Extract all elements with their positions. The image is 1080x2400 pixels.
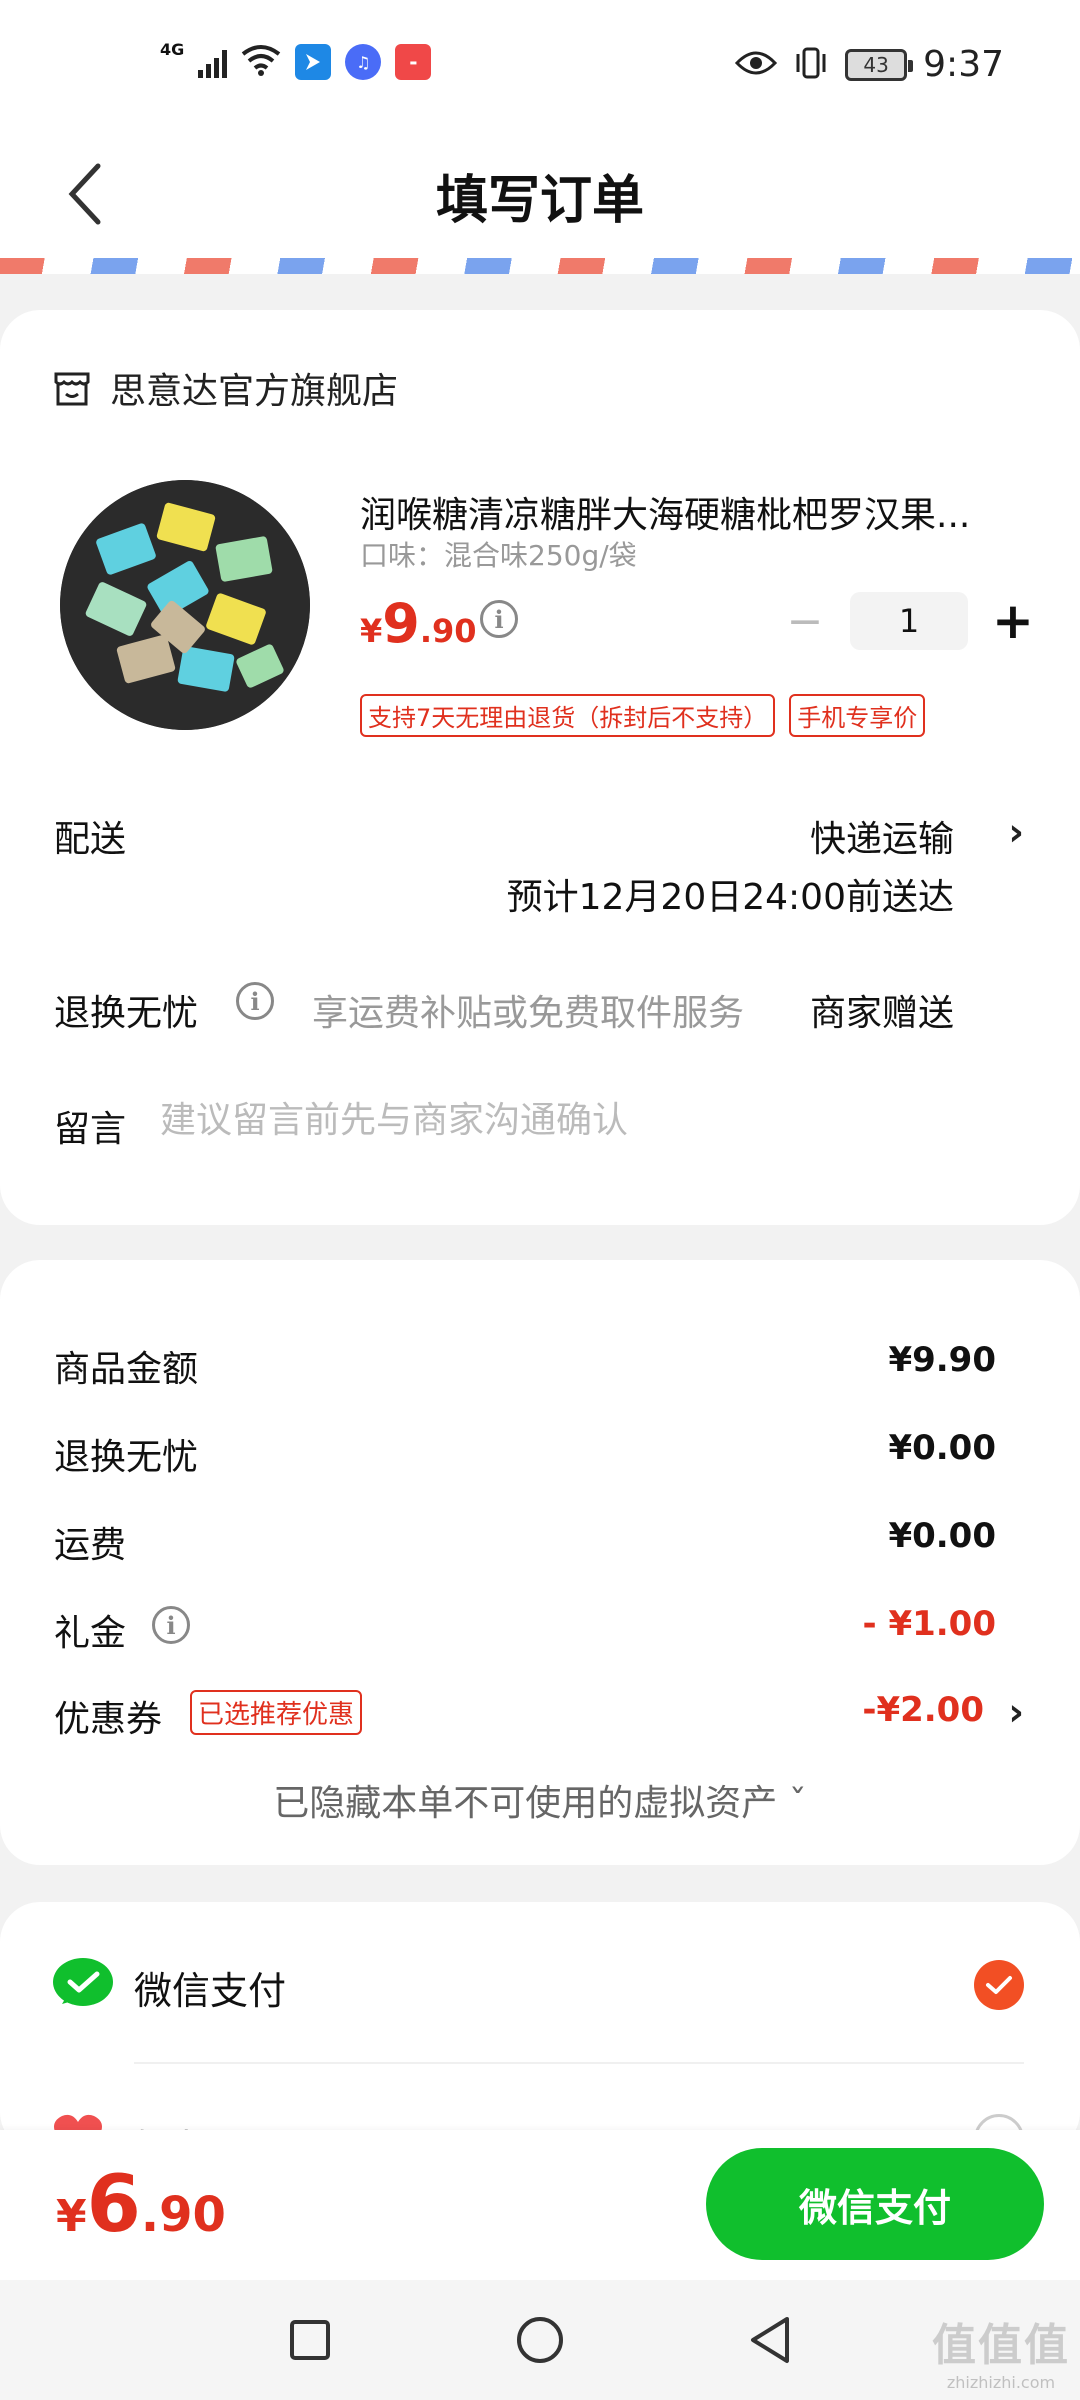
coupon-value[interactable]: -¥2.00 xyxy=(862,1690,984,1730)
wechat-pay-selected-check-icon[interactable] xyxy=(974,1960,1024,2010)
gift-cash-value: - ¥1.00 xyxy=(862,1604,997,1644)
vibrate-icon xyxy=(793,46,829,84)
order-card: 思意达官方旗舰店 润喉糖清凉糖胖大海硬糖枇杷罗汉果... 口味：混合味250g/… xyxy=(0,310,1080,1225)
product-spec[interactable]: 口味：混合味250g/袋 xyxy=(360,534,637,574)
battery-icon: 43 xyxy=(845,48,914,81)
returns-value: 商家赠送 xyxy=(809,993,954,1034)
returns-fee-value: ¥0.00 xyxy=(888,1428,996,1468)
status-bar: 4G ♫ ▬ 43 9:37 xyxy=(0,0,1080,130)
signal-icon xyxy=(198,46,228,78)
wifi-icon xyxy=(241,44,281,80)
store-icon xyxy=(54,372,90,406)
huawei-app-icon: ▬ xyxy=(395,44,432,80)
watermark-url: zhizhizhi.com xyxy=(946,2373,1056,2392)
gift-cash-label: 礼金 xyxy=(54,1613,127,1654)
app-notification-icon xyxy=(295,44,332,80)
circle-icon xyxy=(517,2317,563,2363)
delivery-eta: 预计12月20日24:00前送达 xyxy=(506,877,954,918)
mobile-price-tag: 手机专享价 xyxy=(789,694,926,737)
product-tags: 支持7天无理由退货（拆封后不支持） 手机专享价 xyxy=(360,694,926,737)
coupon-chevron-icon[interactable]: › xyxy=(1008,1690,1024,1734)
message-input[interactable] xyxy=(160,1100,1020,1141)
system-navigation-bar: 值值值 zhizhizhi.com xyxy=(0,2280,1080,2400)
info-icon[interactable]: i xyxy=(480,600,518,638)
pay-button[interactable]: 微信支付 xyxy=(706,2148,1044,2260)
total-price: ¥ 6 .90 xyxy=(56,2160,226,2250)
price-decimal: .90 xyxy=(419,612,477,650)
delivery-method[interactable]: 快递运输 xyxy=(810,810,954,862)
goods-amount-value: ¥9.90 xyxy=(888,1340,996,1380)
goods-amount-label: 商品金额 xyxy=(54,1349,199,1390)
network-type: 4G xyxy=(160,40,185,59)
total-currency: ¥ xyxy=(56,2191,87,2242)
return-policy-tag: 支持7天无理由退货（拆封后不支持） xyxy=(360,694,776,737)
status-left: 4G ♫ ▬ xyxy=(160,40,432,80)
coupon-label: 优惠券 xyxy=(54,1699,163,1740)
clock: 9:37 xyxy=(923,44,1004,85)
product-title[interactable]: 润喉糖清凉糖胖大海硬糖枇杷罗汉果... xyxy=(360,486,1030,538)
music-app-icon: ♫ xyxy=(345,44,382,80)
returns-fee-label: 退换无忧 xyxy=(54,1437,199,1478)
quantity-value[interactable]: 1 xyxy=(850,592,968,650)
delivery-chevron-icon[interactable]: › xyxy=(1008,810,1024,854)
watermark: 值值值 zhizhizhi.com xyxy=(932,2309,1070,2392)
shop-name: 思意达官方旗舰店 xyxy=(110,371,399,412)
price-currency: ¥ xyxy=(360,612,383,650)
recent-apps-button[interactable] xyxy=(280,2310,340,2370)
header: 填写订单 xyxy=(0,130,1080,260)
gift-info-icon[interactable]: i xyxy=(152,1606,190,1644)
delivery-label: 配送 xyxy=(54,819,127,860)
checkout-bar: ¥ 6 .90 微信支付 xyxy=(0,2130,1080,2280)
shipping-label: 运费 xyxy=(54,1525,127,1566)
price-integer: 9 xyxy=(382,592,420,655)
system-back-button[interactable] xyxy=(740,2310,800,2370)
status-right: 43 9:37 xyxy=(735,44,1004,85)
price-summary-card: 商品金额 ¥9.90 退换无忧 ¥0.00 运费 ¥0.00 礼金 i - ¥1… xyxy=(0,1260,1080,1865)
returns-description: 享运费补贴或免费取件服务 xyxy=(312,993,745,1034)
quantity-decrease-button[interactable]: − xyxy=(780,596,830,647)
hidden-assets-toggle[interactable]: 已隐藏本单不可使用的虚拟资产 ˇ xyxy=(0,1774,1080,1826)
product-price: ¥ 9 .90 xyxy=(360,592,477,655)
square-icon xyxy=(290,2320,330,2360)
payment-methods-card: 微信支付 好友代付 xyxy=(0,1902,1080,2152)
airmail-border xyxy=(0,258,1080,274)
divider xyxy=(134,2062,1024,2064)
quantity-increase-button[interactable]: + xyxy=(988,592,1038,650)
total-integer: 6 xyxy=(86,2160,141,2250)
watermark-logo: 值值值 xyxy=(932,2320,1070,2371)
returns-label: 退换无忧 xyxy=(54,993,199,1034)
returns-info-icon[interactable]: i xyxy=(236,982,274,1020)
product-image[interactable] xyxy=(60,480,310,730)
wechat-pay-icon xyxy=(53,1958,113,2006)
total-decimal: .90 xyxy=(140,2187,226,2243)
wechat-pay-label: 微信支付 xyxy=(134,1969,287,2013)
shipping-value: ¥0.00 xyxy=(888,1516,996,1556)
quantity-stepper: − 1 + xyxy=(780,592,1038,650)
message-label: 留言 xyxy=(54,1109,127,1150)
eye-comfort-icon xyxy=(735,49,778,81)
shop-header[interactable]: 思意达官方旗舰店 xyxy=(52,362,398,414)
home-button[interactable] xyxy=(510,2310,570,2370)
page-title: 填写订单 xyxy=(435,171,644,231)
triangle-back-icon xyxy=(751,2317,789,2363)
coupon-recommended-tag: 已选推荐优惠 xyxy=(190,1690,363,1735)
